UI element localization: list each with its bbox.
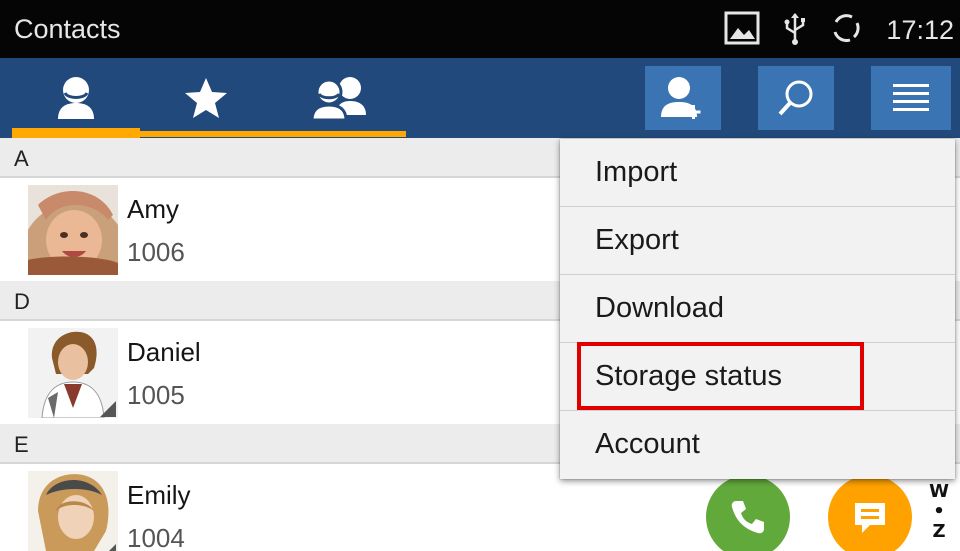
menu-item-account[interactable]: Account	[560, 411, 955, 479]
contact-name: Amy	[127, 194, 179, 224]
menu-item-export[interactable]: Export	[560, 207, 955, 275]
call-button[interactable]	[706, 475, 790, 551]
tab-all-contacts[interactable]	[12, 58, 140, 138]
add-contact-icon	[661, 77, 701, 119]
contact-number: 1006	[127, 237, 185, 267]
add-contact-button[interactable]	[645, 66, 721, 130]
status-icons: 17:12	[724, 10, 954, 50]
quick-contact-badge	[100, 544, 116, 551]
menu-item-import[interactable]: Import	[560, 139, 955, 207]
avatar[interactable]	[28, 471, 118, 551]
image-notification-icon	[724, 11, 760, 50]
star-icon	[185, 78, 227, 118]
quick-contact-badge	[100, 401, 116, 417]
tab-favorites[interactable]	[140, 58, 272, 138]
selected-tab-indicator	[12, 128, 140, 138]
alphabet-index[interactable]: W • Z	[928, 482, 950, 542]
index-letter-w[interactable]: W	[928, 482, 950, 502]
person-icon	[58, 77, 94, 119]
app-title: Contacts	[14, 14, 121, 44]
index-dot: •	[933, 501, 945, 522]
message-icon	[855, 503, 885, 533]
contact-number: 1005	[127, 380, 185, 410]
group-icon	[310, 77, 366, 121]
usb-icon	[784, 11, 806, 50]
contact-name: Emily	[127, 480, 191, 510]
avatar[interactable]	[28, 185, 118, 275]
contact-name: Daniel	[127, 337, 201, 367]
index-letter-z[interactable]: Z	[928, 522, 950, 542]
highlight-box	[577, 342, 864, 410]
status-bar: Contacts 17:12	[0, 0, 960, 58]
menu-button[interactable]	[871, 66, 951, 130]
menu-icon	[893, 84, 929, 111]
search-icon	[778, 80, 813, 116]
overflow-menu: Import Export Download Storage status Ac…	[560, 139, 955, 479]
contact-number: 1004	[127, 523, 185, 551]
menu-item-download[interactable]: Download	[560, 275, 955, 343]
phone-icon	[731, 501, 764, 534]
action-bar	[0, 58, 960, 138]
clock: 17:12	[886, 14, 954, 45]
tab-groups[interactable]	[272, 58, 406, 138]
search-button[interactable]	[758, 66, 834, 130]
message-button[interactable]	[828, 475, 912, 551]
sync-icon	[830, 12, 862, 49]
